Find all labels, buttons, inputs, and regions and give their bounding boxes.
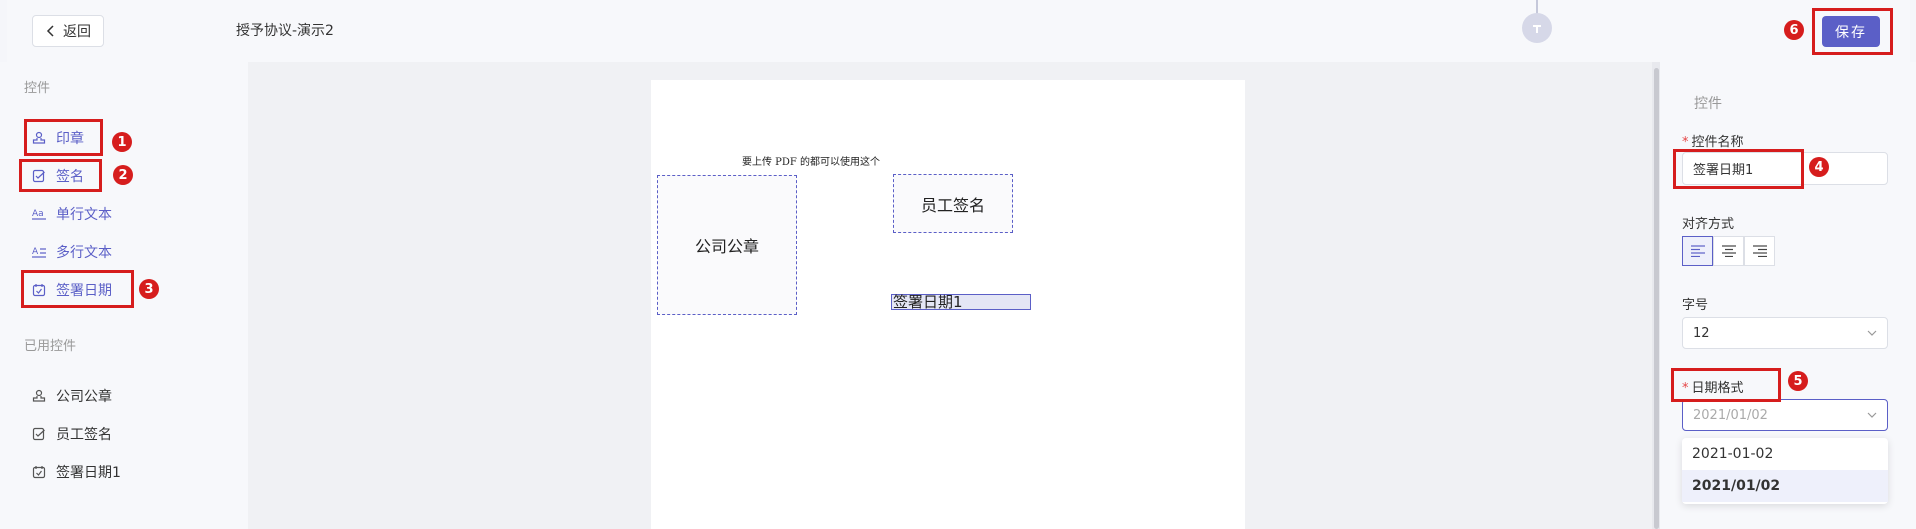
align-center-button[interactable]: [1713, 236, 1744, 266]
annotation-badge-1: 1: [112, 132, 132, 152]
annotation-badge-4: 4: [1809, 157, 1829, 177]
date-format-placeholder: 2021/01/02: [1693, 407, 1768, 423]
company-seal-field[interactable]: 公司公章: [657, 175, 797, 315]
signature-icon: [32, 427, 45, 441]
align-right-icon: [1752, 245, 1767, 257]
date-format-dropdown: 2021-01-02 2021/01/02: [1682, 438, 1888, 504]
chevron-down-icon: [1867, 412, 1877, 418]
used-control-label: 签署日期1: [56, 465, 121, 481]
annotation-box-6: [1812, 8, 1893, 55]
annotation-badge-2: 2: [113, 165, 133, 185]
date-format-select[interactable]: 2021/01/02: [1682, 399, 1888, 431]
back-button[interactable]: 返回: [32, 15, 104, 47]
date-format-option[interactable]: 2021-01-02: [1682, 438, 1888, 470]
employee-signature-field[interactable]: 员工签名: [893, 174, 1013, 233]
scrollbar-thumb[interactable]: [1654, 68, 1659, 529]
used-control-employee-signature[interactable]: 员工签名: [32, 424, 112, 444]
sign-date-icon: [32, 466, 46, 479]
align-left-icon: [1690, 245, 1705, 257]
stamp-icon: [32, 389, 46, 402]
font-size-label: 字号: [1682, 298, 1709, 313]
font-size-value: 12: [1693, 325, 1710, 341]
annotation-box-5: [1671, 368, 1781, 402]
align-button-group: [1682, 236, 1775, 266]
drag-handle-icon: [1533, 25, 1541, 33]
annotation-box-1: [24, 119, 103, 156]
drag-handle-stem: [1536, 0, 1538, 14]
control-item-label: 多行文本: [56, 245, 112, 261]
svg-text:Aa: Aa: [32, 209, 44, 219]
control-name-label-text: 控件名称: [1691, 135, 1744, 150]
pdf-note-text: 要上传 PDF 的都可以使用这个: [742, 157, 881, 168]
align-center-icon: [1721, 245, 1736, 257]
used-control-label: 员工签名: [56, 427, 112, 443]
annotation-box-3: [21, 270, 134, 308]
document-title: 授予协议-演示2: [236, 23, 334, 39]
svg-text:A: A: [32, 247, 39, 257]
annotation-box-2: [19, 159, 102, 192]
control-item-single-line-text[interactable]: Aa 单行文本: [32, 204, 112, 224]
control-item-label: 单行文本: [56, 207, 112, 223]
required-marker: *: [1682, 135, 1689, 150]
controls-section-title: 控件: [24, 81, 51, 96]
used-control-label: 公司公章: [56, 389, 112, 405]
multi-line-text-icon: A: [32, 247, 46, 258]
control-item-multi-line-text[interactable]: A 多行文本: [32, 242, 112, 262]
align-label: 对齐方式: [1682, 217, 1735, 232]
used-control-sign-date[interactable]: 签署日期1: [32, 462, 121, 482]
annotation-badge-6: 6: [1784, 20, 1804, 40]
align-left-button[interactable]: [1682, 236, 1713, 266]
control-name-label: * 控件名称: [1682, 131, 1744, 150]
drag-handle[interactable]: [1522, 13, 1552, 43]
date-format-option-selected[interactable]: 2021/01/02: [1682, 470, 1888, 502]
chevron-left-icon: [46, 25, 54, 37]
annotation-badge-5: 5: [1788, 371, 1808, 391]
panel-title: 控件: [1694, 96, 1722, 112]
single-line-text-icon: Aa: [32, 209, 46, 220]
used-control-company-seal[interactable]: 公司公章: [32, 386, 112, 406]
back-button-label: 返回: [63, 24, 91, 40]
used-controls-section-title: 已用控件: [24, 339, 77, 354]
annotation-box-4: [1673, 149, 1804, 189]
font-size-select[interactable]: 12: [1682, 317, 1888, 349]
annotation-badge-3: 3: [139, 279, 159, 299]
align-right-button[interactable]: [1744, 236, 1775, 266]
chevron-down-icon: [1867, 330, 1877, 336]
sign-date-field[interactable]: 签署日期1: [891, 294, 1031, 310]
